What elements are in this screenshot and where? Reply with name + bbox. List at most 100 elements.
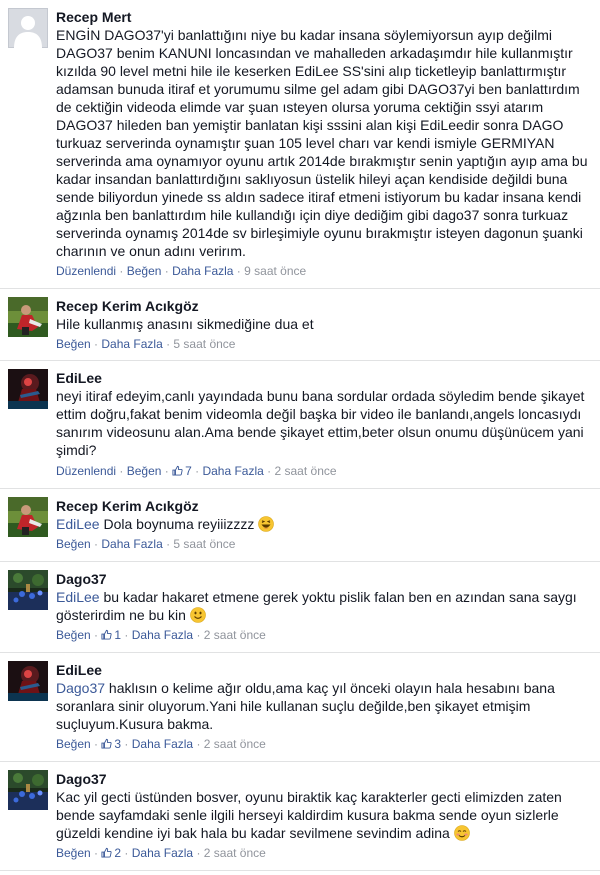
comment-actions: Beğen · 3 · Daha Fazla · 2 saat önce <box>56 736 266 752</box>
comment-actions: Beğen · Daha Fazla · 5 saat önce <box>56 336 235 352</box>
comment-text-line: güzeldi kendine iyi bak hala bu kadar se… <box>56 824 590 842</box>
timestamp[interactable]: 2 saat önce <box>204 628 266 642</box>
comment-text-segment: ettim doğru,fakat benim videomla değil b… <box>56 406 582 422</box>
comment-text-segment: gösterirdim ne bu kin <box>56 607 190 623</box>
comment-text-segment: DAGO37 hileden ban yemiştir banlatan kiş… <box>56 117 564 133</box>
comment-text-line: turkuaz serverinda oynamıştır şuan 105 l… <box>56 134 590 152</box>
comment-author-link[interactable]: Recep Mert <box>56 8 590 26</box>
like-count[interactable]: 3 <box>101 737 121 751</box>
comment-text-line: ettim doğru,fakat benim videomla değil b… <box>56 405 590 423</box>
separator: · <box>162 337 174 351</box>
comment-text: Kac yil gecti üstünden bosver, oyunu bir… <box>56 788 590 842</box>
comment-text-line: DAGO37 benim KANUNI loncasından ve mahal… <box>56 44 590 62</box>
comment-text-segment: adamsan bunuda itiraf et yorumumu silme … <box>56 81 580 97</box>
mention-link[interactable]: EdiLee <box>56 516 100 532</box>
like-count[interactable]: 2 <box>101 846 121 860</box>
like-count[interactable]: 7 <box>172 464 192 478</box>
separator: · <box>90 846 102 860</box>
comment-text: EdiLee Dola boynuma reyiiizzzz <box>56 515 590 533</box>
comment-author-link[interactable]: Recep Kerim Acıkgöz <box>56 497 590 515</box>
separator: · <box>161 464 173 478</box>
comment-actions: Beğen · 2 · Daha Fazla · 2 saat önce <box>56 845 266 861</box>
like-button[interactable]: Beğen <box>56 337 91 351</box>
comment-body: Dago37 EdiLee bu kadar hakaret etmene ger… <box>56 570 590 624</box>
comment-author-link[interactable]: Recep Kerim Acıkgöz <box>56 297 590 315</box>
timestamp[interactable]: 9 saat önce <box>244 264 306 278</box>
comment-actions: Düzenlendi · Beğen · 7 · Daha Fazla · 2 … <box>56 463 337 479</box>
comment-text-line: Kac yil gecti üstünden bosver, oyunu bir… <box>56 788 590 806</box>
profile-photo-game-scene-icon[interactable] <box>8 770 48 810</box>
comment-text-line: ENGİN DAGO37'yi banlattığını niye bu kad… <box>56 26 590 44</box>
comment-author-link[interactable]: Dago37 <box>56 770 590 788</box>
comment-text-line: suçluyum.Kusura bakma. <box>56 715 590 733</box>
timestamp[interactable]: 2 saat önce <box>204 846 266 860</box>
default-profile-silhouette-icon[interactable] <box>8 8 48 48</box>
edited-link[interactable]: Düzenlendi <box>56 464 116 478</box>
like-count[interactable]: 1 <box>101 628 121 642</box>
profile-photo-game-scene-icon[interactable] <box>8 570 48 610</box>
thumbs-up-icon <box>172 464 183 476</box>
comment-text-segment: DAGO37 benim KANUNI loncasından ve mahal… <box>56 45 573 61</box>
comment-item: Recep Kerim Acıkgöz EdiLee Dola boynuma r… <box>0 489 600 562</box>
timestamp[interactable]: 5 saat önce <box>173 337 235 351</box>
profile-photo-game-character-icon[interactable] <box>8 661 48 701</box>
profile-photo-game-character-icon[interactable] <box>8 369 48 409</box>
timestamp[interactable]: 2 saat önce <box>204 737 266 751</box>
comment-text-segment: bu kadar hakaret etmene gerek yoktu pisl… <box>99 589 577 605</box>
more-button[interactable]: Daha Fazla <box>132 737 193 751</box>
like-button[interactable]: Beğen <box>56 628 91 642</box>
more-button[interactable]: Daha Fazla <box>132 846 193 860</box>
like-button[interactable]: Beğen <box>56 737 91 751</box>
mention-link[interactable]: EdiLee <box>56 589 100 605</box>
more-button[interactable]: Daha Fazla <box>101 337 162 351</box>
comment-actions: Beğen · Daha Fazla · 5 saat önce <box>56 536 235 552</box>
more-button[interactable]: Daha Fazla <box>172 264 233 278</box>
comment-actions: Beğen · 1 · Daha Fazla · 2 saat önce <box>56 627 266 643</box>
comment-text-segment: Kac yil gecti üstünden bosver, oyunu bir… <box>56 789 562 805</box>
more-button[interactable]: Daha Fazla <box>202 464 263 478</box>
comment-text-segment: sende biliyordun yinede ss aldın sadece … <box>56 189 582 205</box>
comment-text: ENGİN DAGO37'yi banlattığını niye bu kad… <box>56 26 590 260</box>
separator: · <box>90 737 102 751</box>
comment-text-line: serverinda ama oynamıyor oyunu artık 201… <box>56 152 590 170</box>
like-button[interactable]: Beğen <box>127 464 162 478</box>
thumbs-up-icon <box>101 628 112 640</box>
like-button[interactable]: Beğen <box>56 846 91 860</box>
timestamp[interactable]: 2 saat önce <box>275 464 337 478</box>
separator: · <box>263 464 275 478</box>
separator: · <box>121 628 132 642</box>
comment-author-link[interactable]: EdiLee <box>56 661 590 679</box>
comment-body: Recep Mert ENGİN DAGO37'yi banlattığını n… <box>56 8 590 260</box>
more-button[interactable]: Daha Fazla <box>132 628 193 642</box>
like-count-value: 7 <box>185 464 192 478</box>
comment-text-segment: ENGİN DAGO37'yi banlattığını niye bu kad… <box>56 27 553 43</box>
mention-link[interactable]: Dago37 <box>56 680 105 696</box>
separator: · <box>193 846 204 860</box>
comment-text-line: Dago37 haklısın o kelime ağır oldu,ama k… <box>56 679 590 697</box>
comment-text-segment: şimdi? <box>56 442 97 458</box>
comment-text-segment: haklısın o kelime ağır oldu,ama kaç yıl … <box>105 680 555 696</box>
comment-text: neyi itiraf edeyim,canlı yayındada bunu … <box>56 387 590 459</box>
more-button[interactable]: Daha Fazla <box>101 537 162 551</box>
separator: · <box>162 537 174 551</box>
like-button[interactable]: Beğen <box>127 264 162 278</box>
comment-text-line: EdiLee Dola boynuma reyiiizzzz <box>56 515 590 533</box>
comment-body: EdiLee neyi itiraf edeyim,canlı yayındada… <box>56 369 590 459</box>
comment-item: Dago37 EdiLee bu kadar hakaret etmene ger… <box>0 562 600 653</box>
comment-item: EdiLee Dago37 haklısın o kelime ağır oldu… <box>0 653 600 762</box>
profile-photo-person-icon[interactable] <box>8 297 48 337</box>
comment-actions: Düzenlendi · Beğen · Daha Fazla · 9 saat… <box>56 263 306 279</box>
comment-text-segment: Dola boynuma reyiiizzzz <box>99 516 259 532</box>
comment-text-segment: charının ve onun adını verirım. <box>56 243 246 259</box>
edited-link[interactable]: Düzenlendi <box>56 264 116 278</box>
comment-author-link[interactable]: Dago37 <box>56 570 590 588</box>
profile-photo-person-icon[interactable] <box>8 497 48 537</box>
comment-text-segment: Hile kullanmış anasını sikmediğine dua e… <box>56 316 314 332</box>
comment-body: Dago37 Kac yil gecti üstünden bosver, oyu… <box>56 770 590 842</box>
separator: · <box>161 264 173 278</box>
comment-item: EdiLee neyi itiraf edeyim,canlı yayındada… <box>0 361 600 489</box>
like-button[interactable]: Beğen <box>56 537 91 551</box>
timestamp[interactable]: 5 saat önce <box>173 537 235 551</box>
comment-author-link[interactable]: EdiLee <box>56 369 590 387</box>
separator: · <box>193 737 204 751</box>
